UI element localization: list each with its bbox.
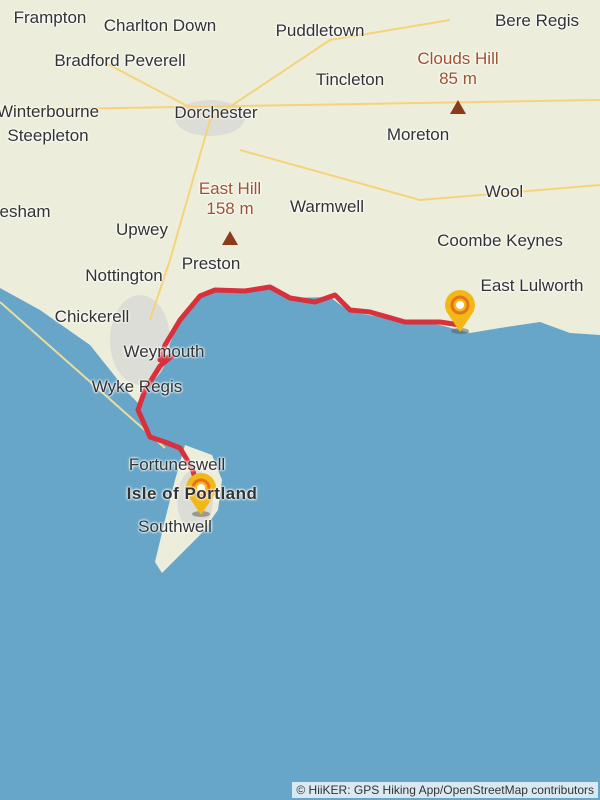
place-label: esham — [0, 202, 51, 221]
place-label: Nottington — [85, 266, 163, 285]
peak-label: East Hill 158 m — [199, 179, 261, 219]
place-label: East Lulworth — [480, 276, 584, 295]
peak-elevation: 158 m — [206, 199, 254, 218]
place-label: Bradford Peverell — [54, 51, 186, 70]
place-label: Dorchester — [174, 103, 258, 122]
place-label: Frampton — [13, 8, 87, 27]
place-label: Charlton Down — [103, 16, 217, 35]
peak-name: Clouds Hill — [417, 49, 499, 68]
place-label: Southwell — [138, 517, 212, 536]
place-label: Bere Regis — [494, 11, 580, 30]
place-label: Wool — [484, 182, 524, 201]
place-label: Puddletown — [275, 21, 365, 40]
island-label: Isle of Portland — [126, 484, 258, 503]
place-label: Weymouth — [123, 342, 205, 361]
place-label: Tincleton — [315, 70, 385, 89]
place-label: Warmwell — [290, 197, 364, 216]
place-label: Winterbourne — [0, 102, 100, 121]
peak-name: East Hill — [198, 179, 262, 198]
peak-label: Clouds Hill 85 m — [417, 49, 498, 89]
place-label: Preston — [181, 254, 241, 273]
peak-elevation: 85 m — [439, 69, 477, 88]
place-label: Upwey — [116, 220, 168, 239]
place-label: Fortuneswell — [128, 455, 226, 474]
place-label: Steepleton — [7, 126, 89, 145]
place-label: Chickerell — [54, 307, 130, 326]
place-label: Coombe Keynes — [437, 231, 563, 250]
attribution[interactable]: © HiiKER: GPS Hiking App/OpenStreetMap c… — [292, 782, 598, 798]
place-label: Moreton — [386, 125, 450, 144]
place-label: Wyke Regis — [91, 377, 183, 396]
